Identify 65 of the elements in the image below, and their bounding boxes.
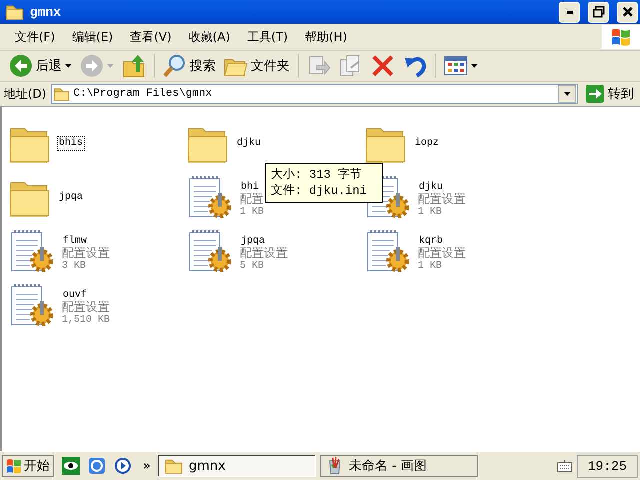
file-size: 1,510 KB <box>62 315 110 326</box>
back-button[interactable]: 后退 <box>6 52 75 80</box>
file-name[interactable]: flmw <box>62 235 110 248</box>
folder-up-arrow-icon <box>122 54 146 78</box>
folder-icon <box>164 458 183 474</box>
file-type: 配置设置 <box>418 248 466 261</box>
search-button[interactable]: 搜索 <box>160 52 219 80</box>
address-label: 地址(D) <box>4 86 47 102</box>
windows-logo-icon <box>610 27 632 47</box>
file-name[interactable]: jpqa <box>58 190 84 204</box>
search-icon <box>163 54 187 78</box>
restore-icon <box>592 6 604 18</box>
taskbar-button[interactable]: 未命名 - 画图 <box>320 455 478 477</box>
tooltip-line: 文件: djku.ini <box>271 183 368 199</box>
menu-item[interactable]: 文件(F) <box>8 26 62 48</box>
file-name[interactable]: bhi <box>240 181 264 194</box>
play-icon[interactable] <box>114 457 132 475</box>
folders-button[interactable]: 文件夹 <box>221 52 293 80</box>
file-name[interactable]: iopz <box>414 136 440 150</box>
menu-item[interactable]: 收藏(A) <box>182 26 238 48</box>
file-name[interactable]: djku <box>418 181 466 194</box>
file-size: 1 KB <box>418 207 444 218</box>
file-type: 配置设置 <box>62 248 110 261</box>
eye-icon[interactable] <box>62 457 80 475</box>
close-button[interactable] <box>617 2 638 22</box>
folder-icon <box>54 87 70 101</box>
file-type: 配置设置 <box>240 248 288 261</box>
dropdown-button[interactable] <box>558 85 576 103</box>
file-type: 配置设置 <box>418 194 466 207</box>
file-size: 5 KB <box>240 261 266 272</box>
file-size: 1 KB <box>418 261 444 272</box>
menu-item[interactable]: 帮助(H) <box>298 26 354 48</box>
go-button[interactable]: 转到 <box>582 85 638 103</box>
file-size: 1 KB <box>240 207 264 218</box>
delete-icon <box>371 54 395 78</box>
caret-icon <box>564 92 570 96</box>
windows-logo-icon <box>6 458 22 474</box>
taskbar-button[interactable]: gmnx <box>158 455 316 477</box>
views-icon <box>444 54 468 78</box>
minimize-icon <box>566 10 572 14</box>
file-type: 配置设置 <box>62 302 110 315</box>
clock: 19:25 <box>576 454 638 478</box>
menu-item[interactable]: 查看(V) <box>123 26 179 48</box>
file-name[interactable]: jpqa <box>240 235 288 248</box>
file-name[interactable]: djku <box>236 136 262 150</box>
file-name[interactable]: ouvf <box>62 289 110 302</box>
start-button[interactable]: 开始 <box>2 455 54 477</box>
address-field[interactable]: C:\Program Files\gmnx <box>50 84 578 104</box>
window-title: gmnx <box>30 4 62 20</box>
paint-cup-icon <box>326 457 343 475</box>
menu-item[interactable]: 工具(T) <box>240 26 296 48</box>
file-name[interactable]: bhis <box>58 136 84 150</box>
folder-icon <box>6 4 24 20</box>
menu-item[interactable]: 编辑(E) <box>65 26 120 48</box>
more-button[interactable]: » <box>140 458 154 474</box>
file-type: 配置 <box>240 194 264 207</box>
minimize-button[interactable] <box>559 2 580 22</box>
tooltip-line: 大小: 313 字节 <box>271 167 364 183</box>
page-arrow-icon <box>307 54 331 78</box>
browser-icon[interactable] <box>88 457 106 475</box>
file-name[interactable]: kqrb <box>418 235 466 248</box>
keyboard-icon[interactable] <box>556 459 573 473</box>
restore-button[interactable] <box>588 2 609 22</box>
file-size: 3 KB <box>62 261 88 272</box>
close-icon <box>622 6 634 18</box>
